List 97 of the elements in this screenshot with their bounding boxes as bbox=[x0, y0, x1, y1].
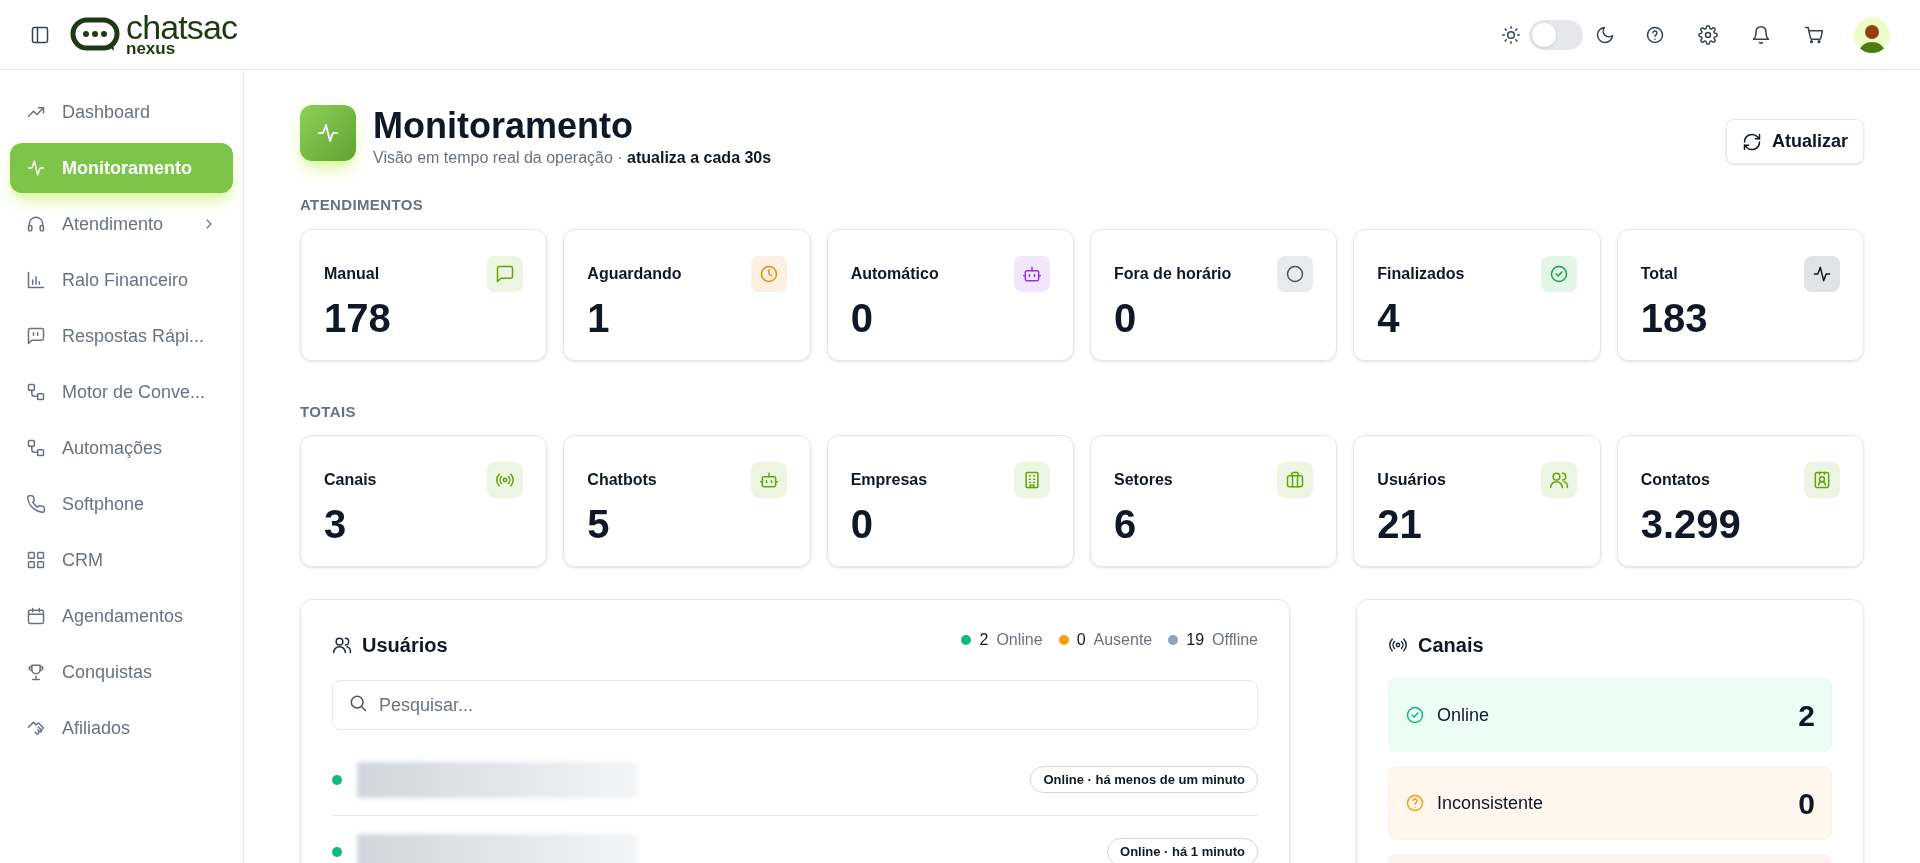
stat-value: 0 bbox=[850, 502, 874, 546]
notifications-button[interactable] bbox=[1751, 24, 1771, 45]
panel-title: Usuários bbox=[362, 633, 448, 658]
stat-label: Fora de horário bbox=[1114, 263, 1232, 284]
stat-value: 0 bbox=[850, 295, 874, 340]
chat-quote-icon bbox=[26, 326, 46, 346]
moon-icon bbox=[1595, 24, 1615, 45]
sidebar-item[interactable]: CRM bbox=[10, 535, 233, 585]
pulse-icon bbox=[26, 158, 46, 178]
stat-label: Automático bbox=[850, 263, 939, 284]
users-icon bbox=[332, 635, 352, 655]
phone-icon bbox=[26, 494, 46, 514]
legend-label: Online bbox=[996, 630, 1043, 650]
stat-value: 4 bbox=[1377, 295, 1401, 340]
channel-status-label: Online bbox=[1437, 703, 1490, 727]
robot-icon bbox=[758, 470, 779, 490]
sidebar-item[interactable]: Afiliados bbox=[10, 703, 233, 753]
pulse-icon bbox=[316, 121, 340, 145]
clock-icon bbox=[758, 263, 779, 284]
stat-value: 3.299 bbox=[1640, 502, 1742, 546]
refresh-button[interactable]: Atualizar bbox=[1725, 119, 1864, 164]
sun-icon bbox=[1501, 24, 1521, 45]
sidebar-icon bbox=[30, 24, 50, 45]
settings-icon bbox=[1698, 24, 1718, 45]
legend-label: Offline bbox=[1212, 630, 1258, 650]
nodes-icon bbox=[26, 438, 46, 458]
circle-icon bbox=[1285, 263, 1306, 284]
channel-status-label: Inconsistente bbox=[1437, 791, 1544, 815]
search-field[interactable]: Pesquisar... bbox=[332, 680, 1258, 730]
sidebar-item[interactable]: Automações bbox=[10, 423, 233, 473]
stat-label: Setores bbox=[1114, 470, 1173, 490]
stat-label: Total bbox=[1640, 263, 1678, 284]
page-title: Monitoramento bbox=[373, 106, 634, 146]
building-icon bbox=[1022, 470, 1042, 490]
search-icon bbox=[348, 693, 368, 713]
stat-value: 178 bbox=[324, 295, 392, 340]
stat-label: Contatos bbox=[1640, 470, 1710, 490]
sidebar-item[interactable]: Conquistas bbox=[10, 647, 233, 697]
legend-count: 2 bbox=[979, 630, 989, 650]
cart-icon bbox=[1804, 24, 1824, 45]
check-circle-icon bbox=[1405, 705, 1425, 725]
stat-label: Finalizados bbox=[1377, 263, 1465, 284]
logo-subtitle: nexus bbox=[126, 40, 176, 57]
stat-label: Chatbots bbox=[587, 470, 657, 490]
stat-value: 6 bbox=[1114, 502, 1138, 546]
channel-status-count: 2 bbox=[1798, 697, 1815, 734]
headset-icon bbox=[26, 214, 46, 234]
channel-status-count: 0 bbox=[1798, 785, 1815, 822]
settings-button[interactable] bbox=[1698, 24, 1718, 45]
bar-chart-icon bbox=[26, 270, 46, 290]
nodes-icon bbox=[26, 382, 46, 402]
calendar-icon bbox=[26, 606, 46, 626]
stat-label: Empresas bbox=[850, 470, 928, 490]
stat-label: Usuários bbox=[1377, 470, 1446, 490]
logo-wordmark: chatsac bbox=[126, 12, 238, 41]
broadcast-icon bbox=[1388, 635, 1408, 655]
stat-value: 1 bbox=[587, 295, 611, 340]
chat-bubble-logo-icon bbox=[70, 16, 120, 53]
sidebar-item[interactable]: Atendimento bbox=[10, 199, 233, 249]
check-circle-icon bbox=[1548, 263, 1569, 284]
trophy-icon bbox=[26, 662, 46, 682]
legend-label: Ausente bbox=[1093, 630, 1153, 650]
legend-count: 0 bbox=[1076, 630, 1086, 650]
page-subtitle: Visão em tempo real da operação · atualiza a cada 30s bbox=[373, 148, 772, 168]
stat-value: 183 bbox=[1640, 295, 1709, 340]
briefcase-icon bbox=[1285, 470, 1306, 490]
grid-icon bbox=[26, 550, 46, 570]
section-heading: ATENDIMENTOS bbox=[300, 195, 425, 215]
theme-toggle[interactable] bbox=[1529, 19, 1583, 50]
sidebar-item[interactable]: Agendamentos bbox=[10, 591, 233, 641]
sidebar-item[interactable]: Dashboard bbox=[10, 87, 233, 137]
sidebar-item[interactable]: Motor de Conve... bbox=[10, 367, 233, 417]
stat-label: Canais bbox=[324, 470, 377, 490]
chat-icon bbox=[495, 263, 516, 284]
stat-label: Aguardando bbox=[587, 263, 682, 284]
panel-title: Canais bbox=[1418, 633, 1484, 658]
bell-icon bbox=[1751, 24, 1771, 45]
stat-value: 3 bbox=[324, 502, 348, 546]
contact-card-icon bbox=[1812, 470, 1832, 490]
stat-label: Manual bbox=[324, 263, 380, 284]
stat-value: 21 bbox=[1377, 502, 1423, 546]
help-icon bbox=[1645, 24, 1665, 45]
broadcast-icon bbox=[495, 470, 516, 490]
refresh-icon bbox=[1741, 131, 1762, 152]
handshake-icon bbox=[26, 718, 46, 738]
stat-value: 5 bbox=[587, 502, 611, 546]
sidebar-item[interactable]: Respostas Rápi... bbox=[10, 311, 233, 361]
section-heading: TOTAIS bbox=[300, 401, 357, 422]
sidebar-item[interactable]: Softphone bbox=[10, 479, 233, 529]
user-avatar[interactable] bbox=[1854, 16, 1890, 53]
stat-value: 0 bbox=[1114, 295, 1138, 340]
sidebar-item[interactable]: Ralo Financeiro bbox=[10, 255, 233, 305]
question-icon bbox=[1405, 793, 1425, 813]
help-button[interactable] bbox=[1645, 24, 1665, 45]
users-icon bbox=[1548, 470, 1569, 490]
legend-count: 19 bbox=[1186, 630, 1205, 650]
cart-button[interactable] bbox=[1804, 24, 1824, 45]
